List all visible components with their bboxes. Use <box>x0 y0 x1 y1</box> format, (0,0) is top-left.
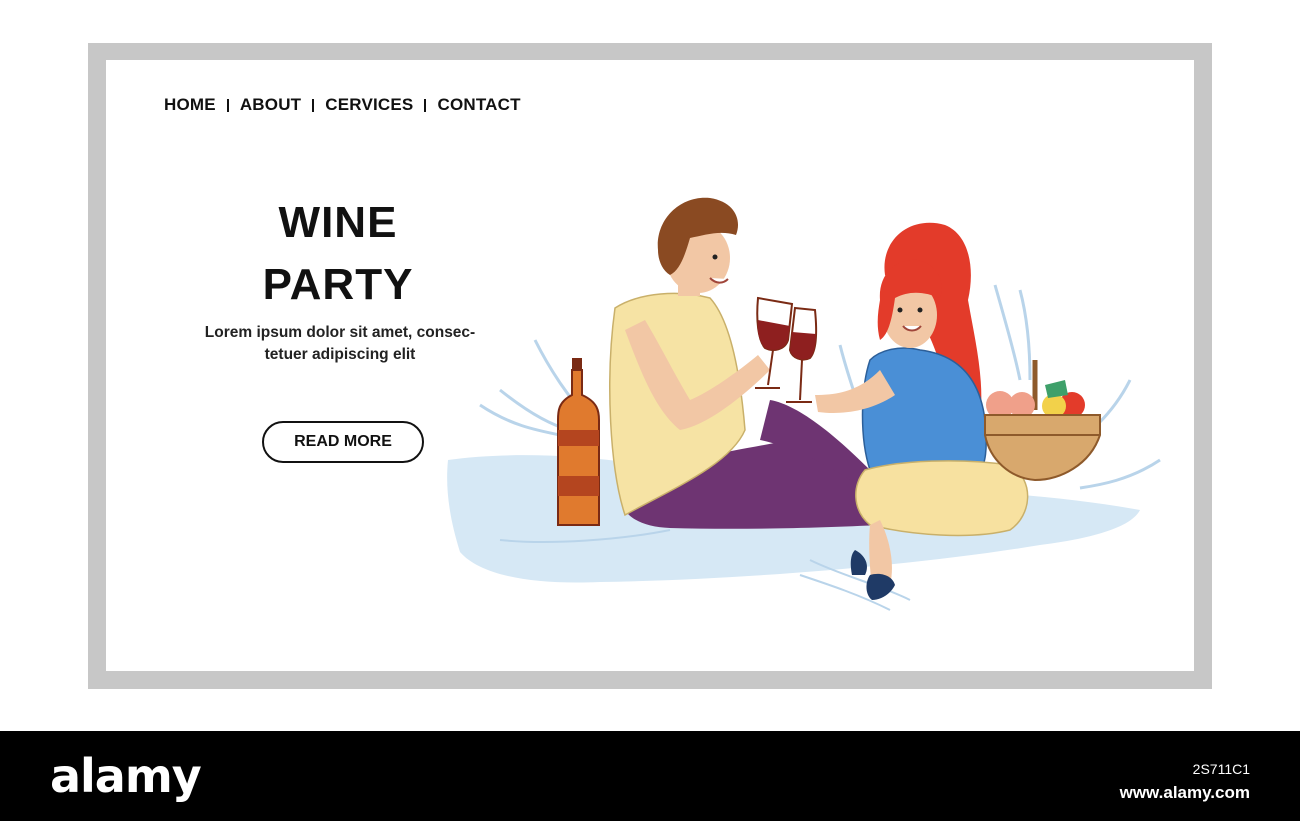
nav-about[interactable]: ABOUT <box>240 95 301 115</box>
title-line-2: PARTY <box>262 260 414 309</box>
image-id: 2S711C1 <box>1192 761 1250 777</box>
site-url: www.alamy.com <box>1119 783 1250 802</box>
image-id-block: 2S711C1 www.alamy.com <box>1120 757 1250 805</box>
footer-banner: alamy 2S711C1 www.alamy.com <box>0 731 1300 821</box>
page-title: WINE PARTY <box>200 192 476 316</box>
wine-party-illustration <box>447 197 1161 611</box>
wine-bottle-icon <box>557 358 600 526</box>
nav-contact[interactable]: CONTACT <box>437 95 520 115</box>
nav-separator <box>226 98 229 112</box>
man-figure <box>609 197 880 529</box>
top-nav: HOME ABOUT CERVICES CONTACT <box>164 94 521 116</box>
read-more-button[interactable]: READ MORE <box>262 421 424 463</box>
nav-services[interactable]: CERVICES <box>325 95 413 115</box>
picnic-basket-icon <box>984 360 1101 482</box>
alamy-logo: alamy <box>50 749 202 803</box>
title-line-1: WINE <box>278 198 398 247</box>
nav-home[interactable]: HOME <box>164 95 216 115</box>
nav-separator <box>312 98 315 112</box>
nav-separator <box>424 98 427 112</box>
